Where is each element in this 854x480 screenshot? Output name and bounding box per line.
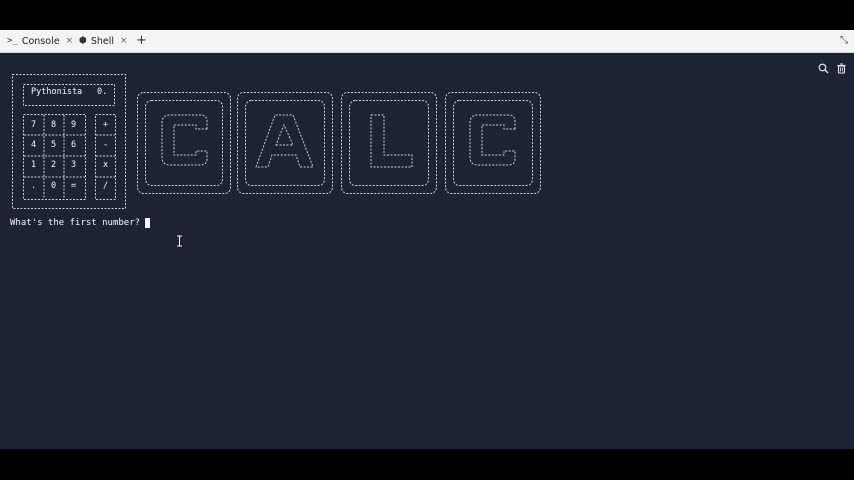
calculator-display-value: 0.: [97, 87, 107, 97]
tab-shell[interactable]: ⬢ Shell ×: [79, 30, 128, 52]
banner-letter-3: L: [388, 142, 389, 144]
key-9: 9: [71, 120, 76, 130]
banner-letter-4: C: [492, 142, 493, 144]
tab-console[interactable]: >_ Console ×: [7, 30, 73, 52]
prompt-text: What's the first number?: [10, 218, 141, 228]
key-5: 5: [51, 140, 56, 150]
key-3: 3: [71, 160, 76, 170]
key-multiply: x: [103, 160, 108, 170]
key-1: 1: [31, 160, 36, 170]
console-output[interactable]: Pythonista 0. 7 8 9 4 5 6 1 2 3 . 0 = + …: [0, 53, 854, 449]
new-tab-button[interactable]: +: [136, 30, 147, 52]
letter-l-outline: [370, 114, 413, 168]
shell-icon: ⬢: [79, 36, 87, 46]
key-0: 0: [51, 181, 56, 191]
console-toolbar: [816, 61, 848, 75]
key-7: 7: [31, 120, 36, 130]
key-decimal: .: [31, 181, 36, 191]
key-plus: +: [103, 120, 108, 130]
tab-label: Shell: [90, 35, 115, 47]
close-icon[interactable]: ×: [120, 36, 128, 46]
letter-c-outline: [469, 114, 516, 166]
search-icon[interactable]: [816, 61, 830, 75]
text-cursor: [145, 218, 151, 228]
tab-strip: >_ Console × ⬢ Shell × + ⤡: [0, 30, 854, 53]
banner-letter-2: A: [284, 141, 285, 144]
banner-letter-1: C: [184, 142, 185, 144]
top-letterbox: [0, 0, 854, 30]
key-8: 8: [51, 120, 56, 130]
tab-label: Console: [21, 35, 60, 47]
collapse-icon[interactable]: ⤡: [840, 30, 848, 52]
bottom-letterbox: [0, 449, 854, 480]
key-2: 2: [51, 160, 56, 170]
calculator-display-label: Pythonista: [31, 87, 82, 97]
input-prompt[interactable]: What's the first number?: [10, 218, 151, 228]
key-4: 4: [31, 140, 36, 150]
letter-c-outline: [161, 114, 208, 166]
trash-icon[interactable]: [834, 61, 848, 75]
key-divide: /: [103, 181, 108, 191]
terminal-icon: >_: [7, 36, 18, 46]
ascii-banner: Pythonista 0. 7 8 9 4 5 6 1 2 3 . 0 = + …: [12, 74, 541, 209]
ibeam-cursor-icon: [177, 235, 182, 247]
key-minus: -: [103, 140, 108, 150]
close-icon[interactable]: ×: [66, 36, 74, 46]
key-6: 6: [71, 140, 76, 150]
letter-a-outline: [255, 114, 314, 168]
key-equals: =: [71, 181, 76, 191]
